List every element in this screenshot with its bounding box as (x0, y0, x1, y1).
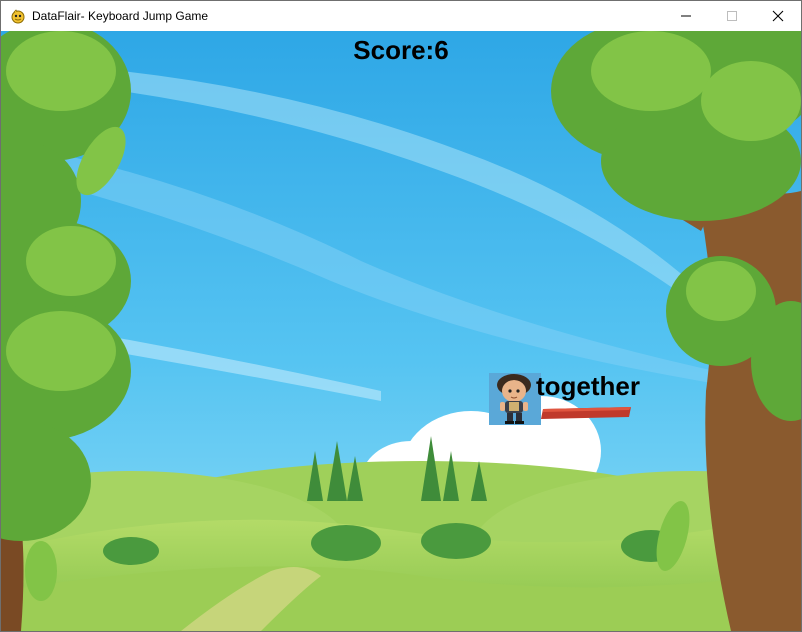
score-display: Score:6 (353, 35, 449, 65)
player-character (489, 373, 541, 425)
pygame-snake-icon (10, 8, 26, 24)
boy-character-sprite (489, 373, 541, 425)
game-canvas[interactable]: Score:6 together (1, 31, 801, 631)
maximize-icon (727, 11, 737, 21)
minimize-button[interactable] (663, 1, 709, 31)
game-window: DataFlair- Keyboard Jump Game Score:6 to… (0, 0, 802, 632)
current-word: together (536, 371, 640, 401)
maximize-button[interactable] (709, 1, 755, 31)
close-icon (772, 10, 784, 22)
platform (541, 407, 631, 419)
window-title: DataFlair- Keyboard Jump Game (32, 9, 209, 23)
forest-background (1, 31, 801, 631)
title-bar[interactable]: DataFlair- Keyboard Jump Game (1, 1, 801, 31)
minimize-icon (681, 15, 691, 17)
close-button[interactable] (755, 1, 801, 31)
